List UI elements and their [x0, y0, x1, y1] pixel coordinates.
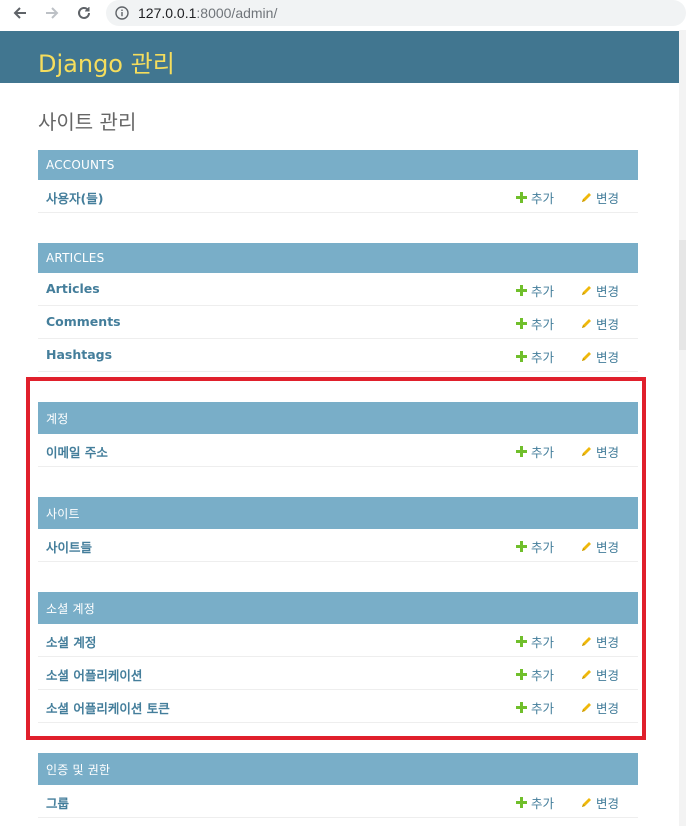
add-label: 추가	[531, 350, 555, 365]
plus-icon	[515, 192, 527, 204]
address-bar[interactable]: 127.0.0.1:8000/admin/	[106, 0, 686, 26]
change-link[interactable]: 변경	[580, 188, 619, 207]
model-row: Hashtags 추가 변경	[38, 339, 638, 372]
model-row: 그룹 추가 변경	[38, 785, 638, 818]
module-caption[interactable]: ARTICLES	[38, 243, 638, 273]
module-caption[interactable]: 인증 및 권한	[38, 753, 638, 785]
change-label: 변경	[596, 350, 620, 365]
pencil-icon	[580, 797, 592, 809]
add-label: 추가	[531, 796, 555, 811]
change-link[interactable]: 변경	[580, 314, 619, 333]
pencil-icon	[580, 318, 592, 330]
scrollbar[interactable]	[679, 30, 686, 826]
model-link[interactable]: Comments	[46, 314, 121, 329]
url-path: :8000/admin/	[196, 5, 278, 21]
change-label: 변경	[596, 191, 620, 206]
change-label: 변경	[596, 317, 620, 332]
model-row: Articles 추가 변경	[38, 273, 638, 306]
add-link[interactable]: 추가	[515, 314, 554, 333]
change-link[interactable]: 변경	[580, 281, 619, 300]
change-label: 변경	[596, 284, 620, 299]
add-link[interactable]: 추가	[515, 281, 554, 300]
module-articles: ARTICLES Articles 추가 변경 Comments 추가 변경 H…	[38, 243, 638, 372]
module-auth: 인증 및 권한 그룹 추가 변경	[38, 753, 638, 818]
model-link[interactable]: Hashtags	[46, 347, 112, 362]
add-label: 추가	[531, 191, 555, 206]
model-link[interactable]: Articles	[46, 281, 100, 296]
module-caption[interactable]: ACCOUNTS	[38, 150, 638, 180]
back-arrow-icon[interactable]	[10, 3, 30, 23]
add-link[interactable]: 추가	[515, 188, 554, 207]
plus-icon	[515, 351, 527, 363]
info-icon[interactable]	[114, 5, 130, 21]
model-row: Comments 추가 변경	[38, 306, 638, 339]
change-link[interactable]: 변경	[580, 793, 619, 812]
model-row: 사용자(들) 추가 변경	[38, 180, 638, 213]
url-host: 127.0.0.1	[138, 5, 197, 21]
browser-toolbar: 127.0.0.1:8000/admin/	[0, 0, 686, 30]
model-link[interactable]: 그룹	[46, 793, 69, 812]
pencil-icon	[580, 351, 592, 363]
add-link[interactable]: 추가	[515, 793, 554, 812]
module-accounts: ACCOUNTS 사용자(들) 추가 변경	[38, 150, 638, 213]
change-link[interactable]: 변경	[580, 347, 619, 366]
pencil-icon	[580, 285, 592, 297]
site-header: Django 관리	[0, 31, 679, 83]
add-link[interactable]: 추가	[515, 347, 554, 366]
scrollbar-thumb[interactable]	[679, 240, 686, 350]
plus-icon	[515, 797, 527, 809]
add-label: 추가	[531, 284, 555, 299]
model-link[interactable]: 사용자(들)	[46, 188, 103, 207]
page-title: 사이트 관리	[38, 110, 137, 134]
forward-arrow-icon[interactable]	[42, 3, 62, 23]
plus-icon	[515, 318, 527, 330]
url-text: 127.0.0.1:8000/admin/	[138, 5, 277, 21]
add-label: 추가	[531, 317, 555, 332]
site-branding[interactable]: Django 관리	[38, 44, 175, 79]
change-label: 변경	[596, 796, 620, 811]
plus-icon	[515, 285, 527, 297]
pencil-icon	[580, 192, 592, 204]
highlight-box	[26, 377, 646, 740]
reload-icon[interactable]	[74, 3, 94, 23]
